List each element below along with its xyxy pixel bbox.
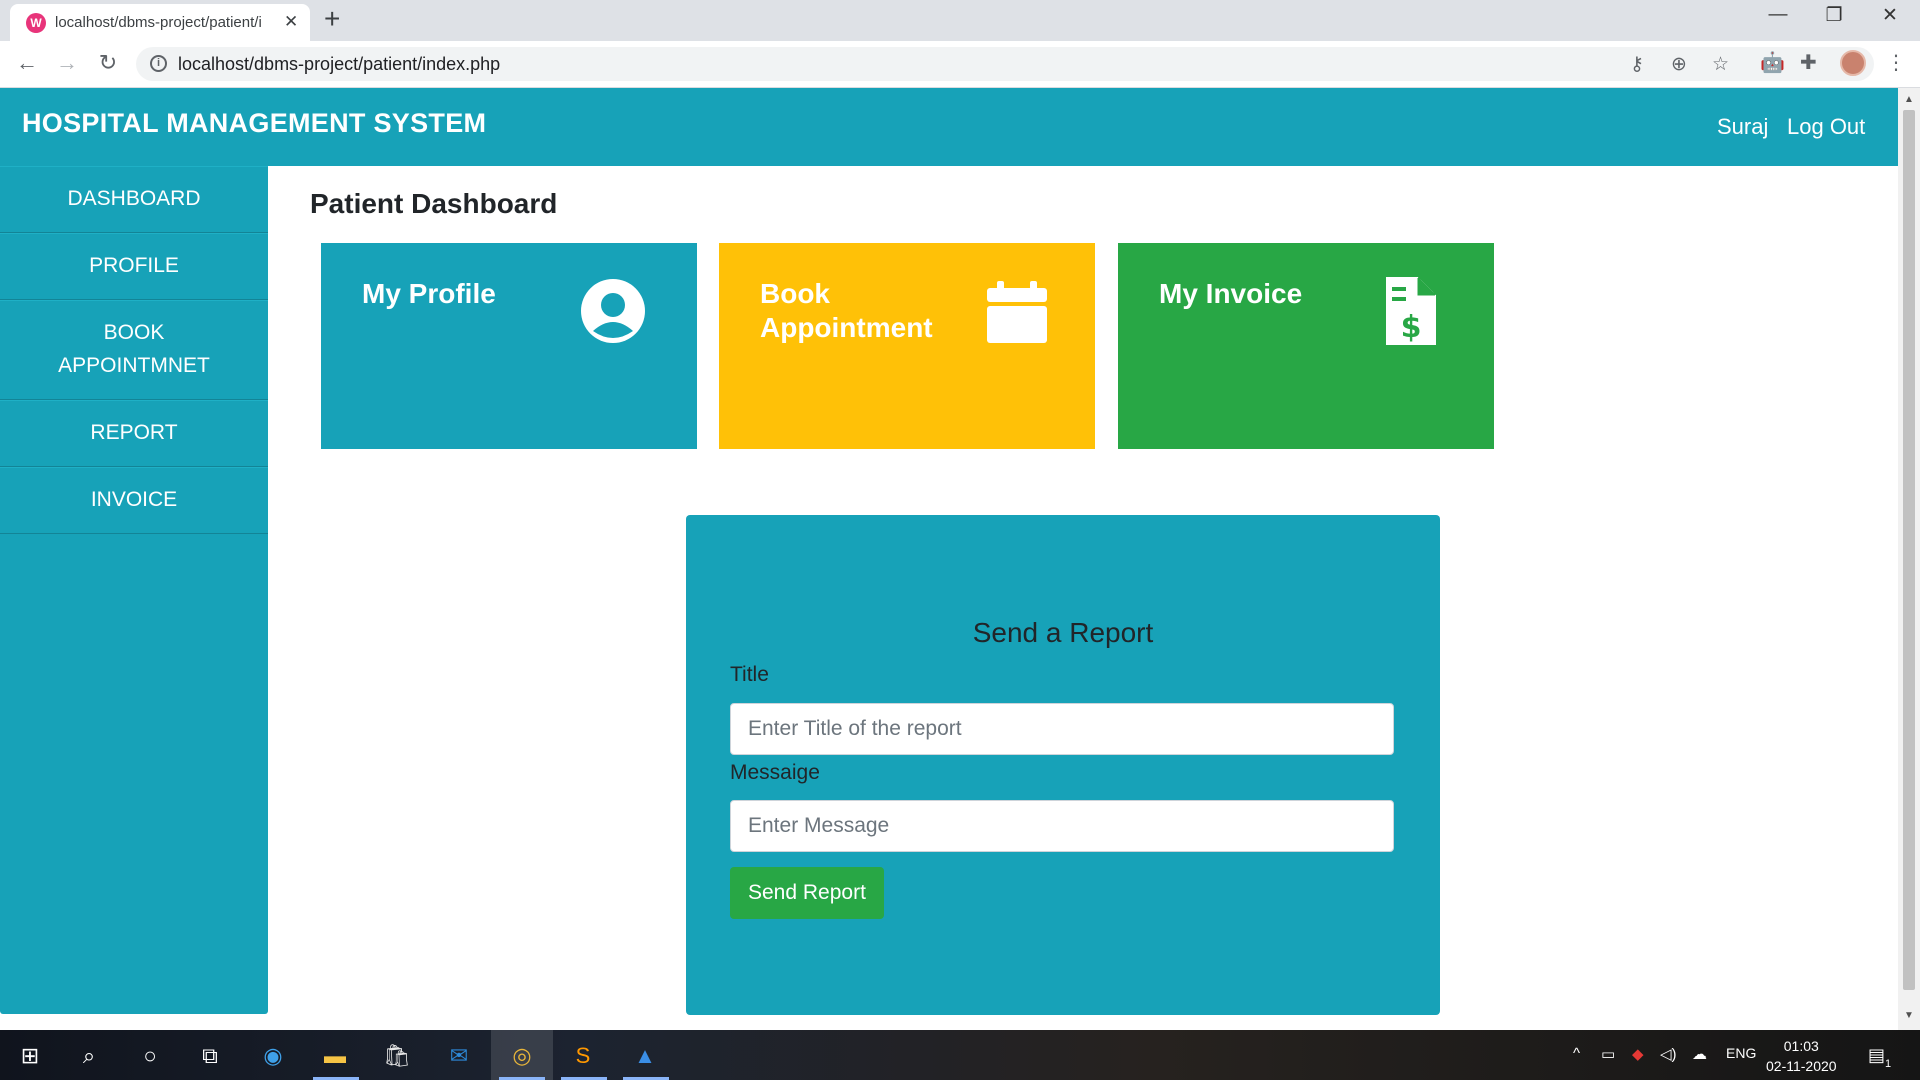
user-circle-icon (581, 279, 645, 343)
volume-icon[interactable]: ◁) (1660, 1045, 1677, 1063)
mail-icon[interactable]: ✉ (439, 1039, 479, 1073)
minimize-icon[interactable]: — (1758, 4, 1798, 26)
browser-toolbar: ← → ↻ i localhost/dbms-project/patient/i… (0, 41, 1920, 88)
brand-title[interactable]: HOSPITAL MANAGEMENT SYSTEM (22, 108, 486, 139)
page-title: Patient Dashboard (310, 188, 558, 219)
key-icon[interactable]: ⚷ (1630, 53, 1644, 76)
windows-taskbar: ⊞ ⌕ ○ ⧉ ◉ ▬ 🛍 ✉ ◎ S ▲ ^ ▭ ◆ ◁) ☁ ENG 01:… (0, 1030, 1920, 1080)
book-appointment-card[interactable]: Book Appointment (719, 243, 1095, 449)
top-navbar: HOSPITAL MANAGEMENT SYSTEM Suraj Log Out (0, 88, 1898, 166)
search-icon[interactable]: ⌕ (69, 1039, 109, 1073)
scroll-thumb[interactable] (1903, 110, 1915, 990)
sidebar: DASHBOARD PROFILE BOOK APPOINTMNET REPOR… (0, 166, 268, 1014)
send-report-button[interactable]: Send Report (730, 867, 884, 919)
clock-time: 01:03 (1783, 1038, 1819, 1054)
clock-date: 02-11-2020 (1766, 1058, 1837, 1074)
title-label: Title (730, 663, 769, 686)
site-info-icon[interactable]: i (150, 55, 167, 72)
sidebar-item-dashboard[interactable]: DASHBOARD (0, 166, 268, 233)
logout-link[interactable]: Log Out (1787, 114, 1865, 140)
browser-menu-icon[interactable]: ⋮ (1886, 50, 1906, 75)
invoice-dollar-icon: $ (1386, 277, 1436, 345)
browser-tab[interactable]: W localhost/dbms-project/patient/i ✕ (10, 4, 310, 41)
card-title: My Profile (362, 278, 496, 309)
report-title-input[interactable] (730, 703, 1394, 755)
sidebar-item-report[interactable]: REPORT (0, 400, 268, 467)
notification-count: 1 (1885, 1058, 1892, 1070)
site-favicon-icon: W (26, 13, 46, 33)
calendar-icon (987, 281, 1047, 343)
window-close-icon[interactable]: ✕ (1870, 4, 1910, 27)
onedrive-cloud-icon[interactable]: ☁ (1692, 1045, 1707, 1063)
sidebar-item-book-appointment[interactable]: BOOK APPOINTMNET (0, 300, 268, 400)
url-text[interactable]: localhost/dbms-project/patient/index.php (178, 54, 500, 75)
sidebar-item-invoice[interactable]: INVOICE (0, 467, 268, 534)
profile-avatar[interactable] (1840, 50, 1866, 76)
report-message-input[interactable] (730, 800, 1394, 852)
new-tab-icon[interactable]: + (324, 3, 340, 35)
my-invoice-card[interactable]: My Invoice $ (1118, 243, 1494, 449)
restore-icon[interactable]: ❐ (1814, 4, 1854, 27)
edge-icon[interactable]: ◉ (253, 1039, 293, 1073)
page-scrollbar[interactable]: ▲ ▼ (1898, 88, 1920, 1030)
android-extension-icon[interactable]: 🤖 (1760, 50, 1785, 75)
web-page: HOSPITAL MANAGEMENT SYSTEM Suraj Log Out… (0, 88, 1898, 1030)
scroll-down-icon[interactable]: ▼ (1904, 1010, 1914, 1021)
sublime-text-icon[interactable]: S (563, 1039, 603, 1073)
chrome-icon[interactable]: ◎ (502, 1039, 542, 1073)
store-icon[interactable]: 🛍 (377, 1039, 417, 1073)
windows-start-icon[interactable]: ⊞ (10, 1039, 50, 1073)
mcafee-shield-icon[interactable]: ◆ (1632, 1045, 1644, 1063)
message-label: Messaige (730, 761, 820, 784)
notification-center-icon[interactable]: ▤ (1868, 1045, 1885, 1066)
send-report-panel: Send a Report Title Messaige Send Report (686, 515, 1440, 1015)
card-title: My Invoice (1159, 278, 1303, 309)
my-profile-card[interactable]: My Profile (321, 243, 697, 449)
browser-tab-strip: W localhost/dbms-project/patient/i ✕ + —… (0, 0, 1920, 41)
cortana-icon[interactable]: ○ (130, 1039, 170, 1073)
back-arrow-icon[interactable]: ← (13, 50, 41, 76)
scroll-up-icon[interactable]: ▲ (1904, 94, 1914, 105)
reload-icon[interactable]: ↻ (94, 50, 122, 76)
language-indicator[interactable]: ENG (1726, 1045, 1756, 1061)
tray-chevron-icon[interactable]: ^ (1573, 1045, 1580, 1062)
task-view-icon[interactable]: ⧉ (190, 1039, 230, 1073)
extensions-puzzle-icon[interactable]: ✚ (1800, 50, 1817, 75)
tab-title: localhost/dbms-project/patient/i (55, 14, 262, 31)
address-bar[interactable]: i localhost/dbms-project/patient/index.p… (136, 47, 1874, 81)
card-title: Book Appointment (760, 278, 933, 343)
clock[interactable]: 01:03 02-11-2020 (1766, 1036, 1837, 1076)
zoom-icon[interactable]: ⊕ (1671, 53, 1687, 76)
bookmark-star-icon[interactable]: ☆ (1712, 53, 1729, 76)
photos-icon[interactable]: ▲ (625, 1039, 665, 1073)
svg-text:$: $ (1401, 310, 1422, 345)
user-name-link[interactable]: Suraj (1717, 114, 1768, 140)
tab-close-icon[interactable]: ✕ (284, 12, 298, 32)
report-heading: Send a Report (972, 617, 1154, 648)
file-explorer-icon[interactable]: ▬ (315, 1039, 355, 1073)
forward-arrow-icon[interactable]: → (53, 50, 81, 76)
network-icon[interactable]: ▭ (1601, 1045, 1615, 1063)
sidebar-item-profile[interactable]: PROFILE (0, 233, 268, 300)
